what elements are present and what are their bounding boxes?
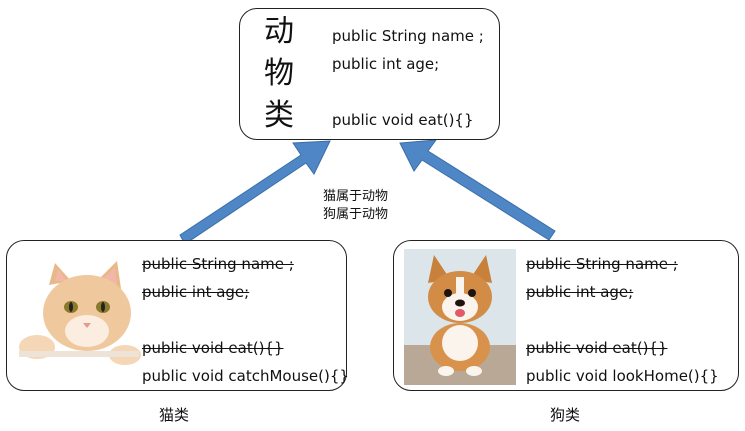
animal-char-3: 类 <box>264 98 294 133</box>
animal-char-2: 物 <box>264 56 294 91</box>
dog-inherited-method-eat: public void eat(){} <box>526 339 668 357</box>
cat-inherited-method-eat: public void eat(){} <box>142 339 284 357</box>
cat-is-animal-label: 猫属于动物 <box>323 189 389 204</box>
cat-method-catchmouse: public void catchMouse(){} <box>142 367 349 385</box>
dog-is-animal-label: 狗属于动物 <box>323 207 389 222</box>
dog-class-caption: 狗类 <box>550 406 581 424</box>
animal-method-eat: public void eat(){} <box>332 111 474 129</box>
cat-class-caption: 猫类 <box>159 406 190 424</box>
dog-inherited-field-name: public String name ; <box>526 255 678 273</box>
animal-char-1: 动 <box>264 14 294 49</box>
cat-image <box>19 261 141 365</box>
animal-field-name: public String name ; <box>332 27 484 45</box>
cat-class-box: public String name ; public int age; pub… <box>6 240 349 391</box>
cat-to-animal-arrow <box>179 140 331 245</box>
cat-inherited-field-name: public String name ; <box>142 255 294 273</box>
dog-to-animal-arrow <box>399 139 556 241</box>
dog-method-lookhome: public void lookHome(){} <box>526 367 719 385</box>
cat-inherited-field-age: public int age; <box>142 283 250 301</box>
animal-field-age: public int age; <box>332 55 440 73</box>
dog-image <box>404 249 516 385</box>
animal-class-box: 动 物 类 public String name ; public int ag… <box>239 8 500 140</box>
dog-inherited-field-age: public int age; <box>526 283 634 301</box>
dog-class-box: public String name ; public int age; pub… <box>393 240 739 391</box>
